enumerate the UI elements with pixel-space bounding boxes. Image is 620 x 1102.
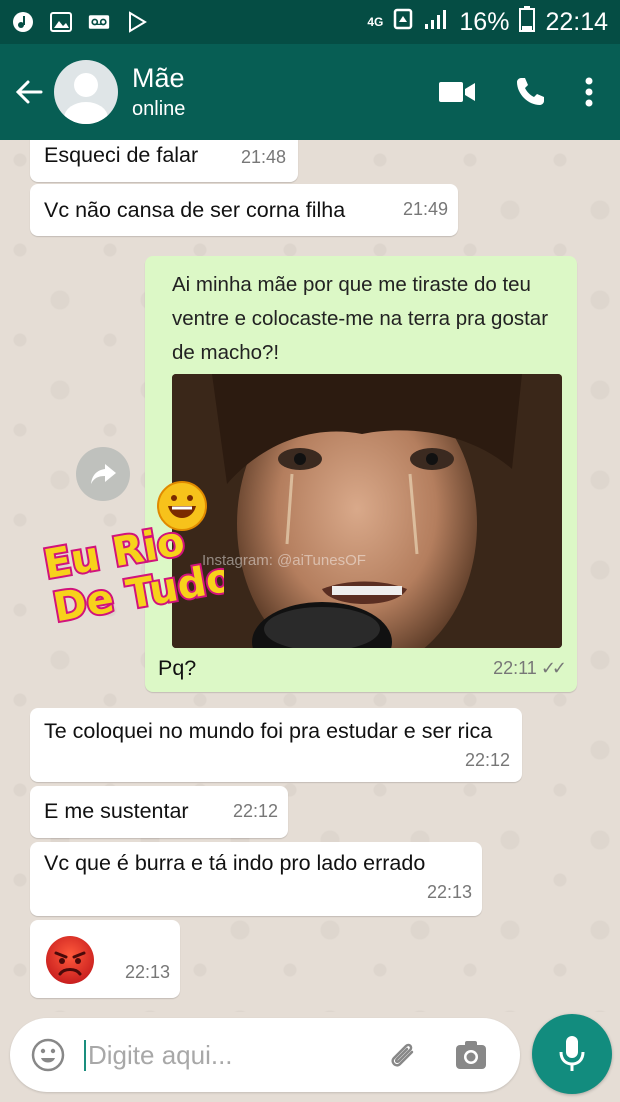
message-time: 22:11 bbox=[493, 658, 537, 678]
message-bubble-incoming[interactable]: E me sustentar 22:12 bbox=[30, 786, 288, 838]
voicemail-icon bbox=[88, 11, 110, 33]
message-text: Ai minha mãe por que me tiraste do teu v… bbox=[172, 273, 549, 364]
signal-icon bbox=[423, 8, 449, 37]
angry-face-icon bbox=[44, 934, 96, 995]
emoji-button[interactable] bbox=[30, 1037, 66, 1073]
camera-icon bbox=[456, 1041, 486, 1069]
phone-icon bbox=[517, 78, 544, 105]
video-call-button[interactable] bbox=[438, 79, 476, 105]
contact-info[interactable]: Mãe online bbox=[132, 63, 185, 121]
compose-bar bbox=[10, 1018, 520, 1092]
battery-icon bbox=[519, 5, 536, 39]
paperclip-icon bbox=[391, 1043, 414, 1067]
message-time: 21:48 bbox=[240, 147, 286, 167]
message-image[interactable]: Instagram: @aiTunesOF bbox=[172, 374, 562, 648]
image-watermark: Instagram: @aiTunesOF bbox=[202, 552, 366, 569]
message-bubble-incoming[interactable]: Vc que é burra e tá indo pro lado errado… bbox=[30, 842, 482, 916]
message-text: Te coloquei no mundo foi pra estudar e s… bbox=[44, 719, 493, 743]
message-bubble-incoming[interactable]: 22:13 bbox=[30, 920, 180, 998]
microphone-icon bbox=[559, 1036, 585, 1071]
battery-percent: 16% bbox=[459, 7, 510, 36]
message-time: 22:13 bbox=[426, 882, 472, 902]
back-button[interactable] bbox=[4, 62, 54, 122]
play-store-icon bbox=[126, 11, 148, 33]
message-text: Vc não cansa de ser corna filha bbox=[44, 198, 346, 222]
message-text: Vc que é burra e tá indo pro lado errado bbox=[44, 851, 426, 875]
attach-button[interactable] bbox=[386, 1038, 420, 1072]
notification-icon bbox=[393, 8, 413, 37]
more-options-button[interactable] bbox=[584, 76, 594, 108]
voice-call-button[interactable] bbox=[514, 76, 546, 108]
chat-header: Mãe online bbox=[0, 44, 620, 140]
message-text: E me sustentar bbox=[44, 799, 189, 823]
message-text: Esqueci de falar bbox=[44, 143, 199, 167]
message-time: 22:12 bbox=[464, 750, 510, 770]
message-time: 21:49 bbox=[402, 199, 448, 219]
message-caption: Pq? bbox=[158, 656, 197, 680]
message-bubble-incoming[interactable]: Vc não cansa de ser corna filha 21:49 bbox=[30, 184, 458, 236]
image-icon bbox=[50, 11, 72, 33]
smiley-icon bbox=[31, 1038, 65, 1072]
video-camera-icon bbox=[439, 82, 475, 102]
contact-status: online bbox=[132, 98, 186, 120]
music-icon bbox=[12, 11, 34, 33]
contact-name: Mãe bbox=[132, 63, 185, 93]
message-input[interactable] bbox=[84, 1039, 364, 1071]
network-type: 4G bbox=[367, 15, 384, 29]
message-bubble-incoming[interactable]: Esqueci de falar 21:48 bbox=[30, 140, 298, 182]
message-bubble-incoming[interactable]: Te coloquei no mundo foi pra estudar e s… bbox=[30, 708, 522, 782]
message-time: 22:13 bbox=[124, 962, 170, 982]
message-time: 22:12 bbox=[232, 801, 278, 821]
kebab-menu-icon bbox=[585, 77, 593, 107]
avatar[interactable] bbox=[54, 60, 118, 124]
status-bar: 4G 16% 22:14 bbox=[0, 0, 620, 44]
watermark-logo: Eu Rio De Tudo bbox=[34, 478, 239, 633]
camera-button[interactable] bbox=[454, 1039, 488, 1071]
double-check-icon: ✓✓ bbox=[540, 658, 567, 678]
arrow-left-icon bbox=[15, 80, 43, 104]
message-list[interactable]: Esqueci de falar 21:48 Vc não cansa de s… bbox=[0, 140, 620, 1012]
message-meta: 22:11 ✓✓ bbox=[493, 652, 567, 684]
voice-message-button[interactable] bbox=[532, 1014, 612, 1094]
clock: 22:14 bbox=[545, 7, 608, 36]
